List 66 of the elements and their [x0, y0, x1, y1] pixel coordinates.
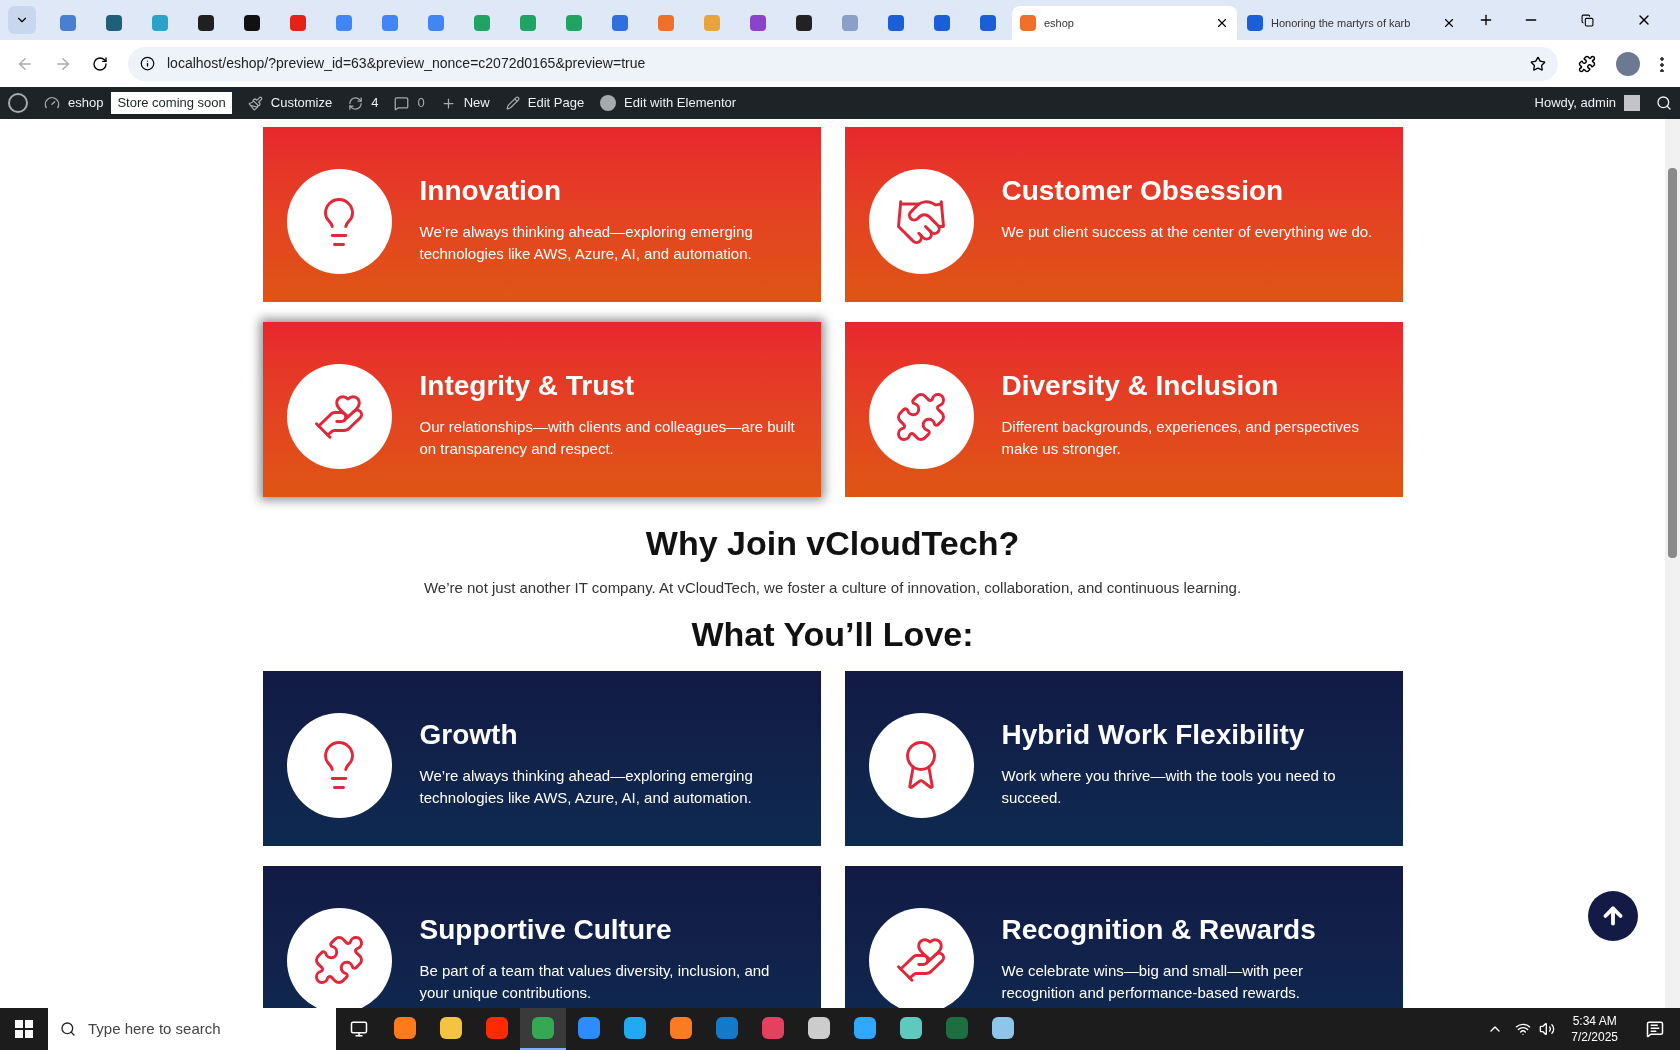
card-title: Supportive Culture	[419, 912, 673, 947]
card-title: Recognition & Rewards	[1001, 912, 1317, 947]
updates-icon	[348, 95, 364, 111]
card-description: We’re always thinking ahead—exploring emerging technologies like AWS, Azure, AI, and automation.	[419, 222, 754, 264]
section-heading: Why Join vCloudTech?	[645, 523, 1020, 564]
extensions-icon[interactable]	[1578, 54, 1596, 73]
taskbar-search-input[interactable]: Type here to search	[88, 1017, 324, 1041]
pencil-icon	[505, 96, 520, 110]
profile-avatar[interactable]	[1616, 51, 1640, 76]
browser-tab[interactable]: eshop	[1012, 6, 1237, 40]
restore-icon[interactable]	[1581, 13, 1594, 27]
card-title: Diversity & Inclusion	[1001, 369, 1280, 403]
volume-icon[interactable]	[1539, 1021, 1556, 1037]
card-title: Hybrid Work Flexibility	[1001, 717, 1306, 752]
scroll-to-top-button[interactable]	[1588, 891, 1638, 941]
card-title: Innovation	[419, 174, 563, 208]
clock[interactable]: 5:34 AM 7/2/2025	[1571, 1013, 1618, 1045]
section-heading: What You’ll Love:	[691, 613, 974, 655]
close-icon[interactable]	[1215, 16, 1229, 30]
dashboard-icon	[44, 95, 60, 111]
card-title: Integrity & Trust	[419, 369, 636, 403]
tab-title: eshop	[1044, 15, 1075, 31]
card-icon	[312, 933, 366, 987]
network-icon[interactable]	[1515, 1021, 1532, 1037]
tab-title: Honoring the martyrs of karb	[1271, 15, 1412, 31]
scrollbar[interactable]	[1665, 119, 1680, 1008]
site-link[interactable]: eshop	[68, 93, 104, 113]
edit-page-link[interactable]: Edit Page	[527, 93, 585, 113]
updates-count[interactable]: 4	[371, 93, 379, 113]
brush-icon	[247, 95, 263, 111]
customize-link[interactable]: Customize	[270, 93, 333, 113]
scrollbar-thumb[interactable]	[1668, 168, 1677, 558]
search-icon[interactable]	[1656, 95, 1672, 111]
card-description: Our relationships—with clients and colleagues—are built on transparency and respect.	[419, 417, 796, 459]
greeting-link[interactable]: Howdy, admin	[1534, 93, 1616, 113]
notifications-icon[interactable]	[1646, 1020, 1664, 1038]
comments-icon	[394, 95, 410, 111]
comments-count[interactable]: 0	[417, 93, 425, 113]
bookmark-star-icon[interactable]	[1530, 55, 1546, 72]
plus-icon	[440, 95, 456, 111]
new-link[interactable]: New	[463, 93, 490, 113]
close-icon[interactable]	[1442, 16, 1456, 30]
card-description: We put client success at the center of everything we do.	[1001, 222, 1373, 242]
card-title: Customer Obsession	[1001, 174, 1285, 208]
url-text: localhost/eshop/?preview_id=63&preview_nonce=c2072d0165&preview=true	[167, 54, 647, 73]
card-description: Work where you thrive—with the tools you need to succeed.	[1001, 765, 1337, 808]
search-icon	[60, 1021, 76, 1037]
card-description: Be part of a team that values diversity, inclusion, and your unique contributions.	[419, 960, 771, 1003]
avatar-icon	[1624, 95, 1640, 111]
section-paragraph: We’re not just another IT company. At vCloudTech, we foster a culture of innovation, collaboration, and continuous learning.	[423, 578, 1242, 598]
address-field[interactable]: localhost/eshop/?preview_id=63&preview_nonce=c2072d0165&preview=true	[128, 46, 1558, 81]
more-menu-icon[interactable]	[1660, 55, 1664, 72]
reload-icon[interactable]	[92, 55, 108, 72]
card-title: Growth	[419, 717, 519, 752]
elementor-link[interactable]: Edit with Elementor	[624, 93, 737, 113]
browser-tab[interactable]: Honoring the martyrs of karb	[1239, 6, 1464, 40]
taskbar-search-field[interactable]: Type here to search	[48, 1008, 336, 1050]
clock-time: 5:34 AM	[1572, 1013, 1617, 1029]
card-description: We’re always thinking ahead—exploring emerging technologies like AWS, Azure, AI, and automation.	[419, 765, 754, 808]
card-description: We celebrate wins—big and small—with peer recognition and performance-based rewards.	[1001, 960, 1305, 1003]
info-icon[interactable]	[140, 56, 155, 71]
new-tab-icon[interactable]	[1478, 12, 1494, 28]
card-description: Different backgrounds, experiences, and perspectives make us stronger.	[1001, 417, 1360, 459]
taskbar-app[interactable]	[520, 1008, 566, 1050]
store-status-badge: Store coming soon	[111, 92, 232, 114]
clock-date: 7/2/2025	[1571, 1029, 1618, 1045]
